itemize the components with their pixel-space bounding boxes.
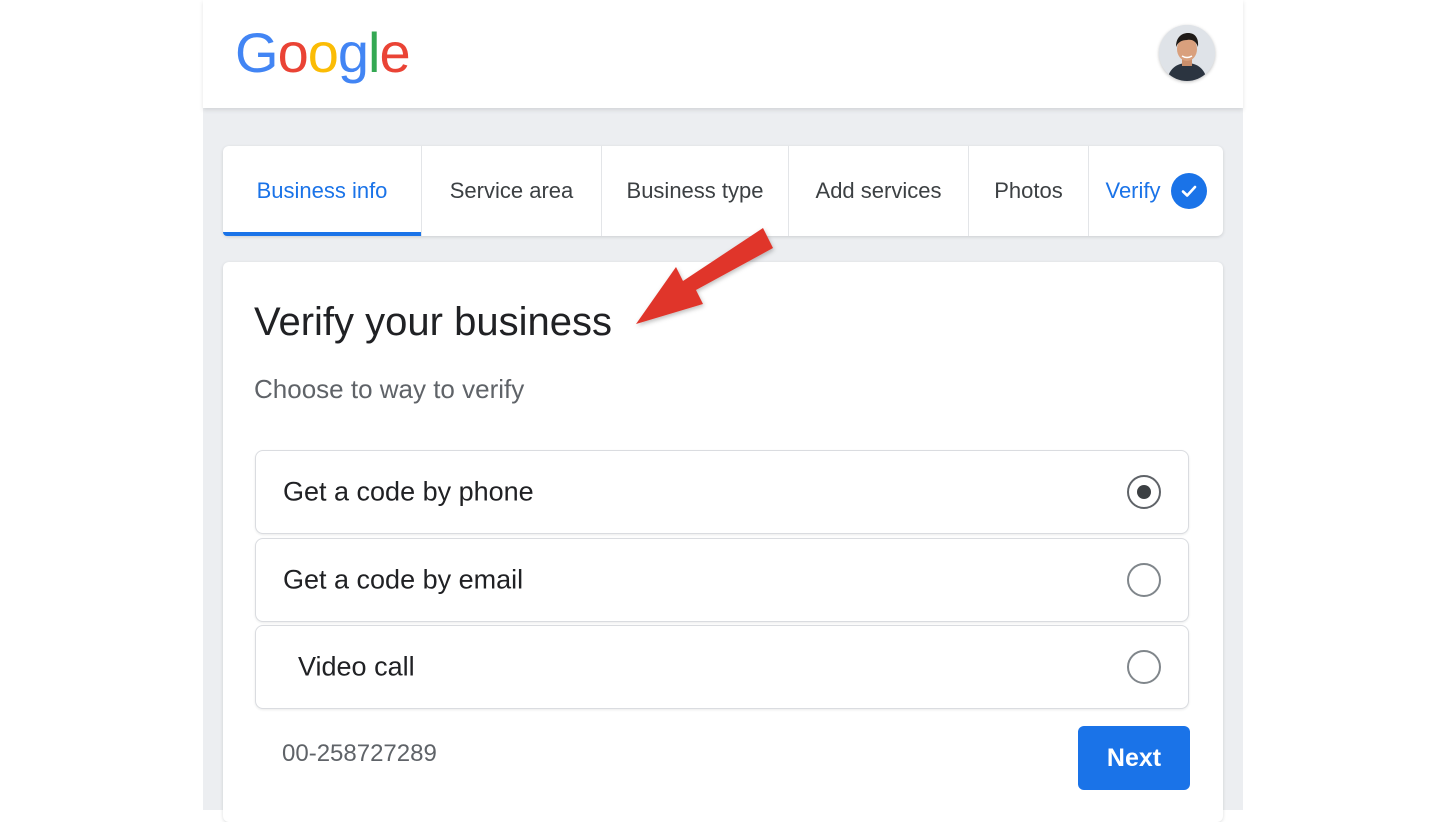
option-label: Video call: [298, 651, 415, 682]
verify-card: Verify your business Choose to way to ve…: [223, 262, 1223, 822]
app-frame: Google Business info Service area Busine…: [203, 0, 1243, 822]
next-button[interactable]: Next: [1078, 726, 1190, 790]
checkmark-icon: [1170, 173, 1207, 209]
page-subtitle: Choose to way to verify: [254, 374, 525, 404]
tab-service-area[interactable]: Service area: [422, 146, 602, 236]
tab-label: Add services: [815, 178, 942, 203]
radio-button[interactable]: [1127, 563, 1161, 597]
google-logo[interactable]: Google: [235, 20, 411, 85]
option-label: Get a code by phone: [283, 476, 534, 507]
radio-button[interactable]: [1127, 650, 1161, 684]
logo-letter: G: [235, 21, 279, 84]
tab-business-info[interactable]: Business info: [223, 146, 422, 236]
tab-add-services[interactable]: Add services: [789, 146, 969, 236]
tab-label: Business type: [626, 178, 764, 203]
avatar-icon: [1159, 25, 1215, 81]
logo-letter: o: [307, 21, 339, 84]
radio-button[interactable]: [1127, 475, 1161, 509]
tab-verify[interactable]: Verify: [1089, 146, 1223, 236]
logo-letter: o: [277, 21, 309, 84]
logo-letter: g: [337, 21, 369, 84]
tab-label: Business info: [256, 178, 388, 203]
option-video-call[interactable]: Video call: [255, 625, 1189, 709]
top-bar: Google: [203, 0, 1243, 108]
option-phone[interactable]: Get a code by phone: [255, 450, 1189, 534]
logo-letter: e: [379, 21, 410, 84]
reference-number: 00-258727289: [282, 740, 437, 767]
option-email[interactable]: Get a code by email: [255, 538, 1189, 622]
tab-label: Photos: [994, 178, 1063, 203]
annotation-arrow: [636, 228, 773, 324]
profile-avatar[interactable]: [1159, 25, 1215, 81]
page-title: Verify your business: [254, 300, 612, 344]
logo-letter: l: [368, 21, 380, 84]
tab-label: Verify: [1105, 178, 1161, 203]
radio-selected-dot: [1137, 485, 1151, 499]
tab-label: Service area: [449, 178, 574, 203]
option-label: Get a code by email: [283, 564, 524, 595]
tab-photos[interactable]: Photos: [969, 146, 1089, 236]
